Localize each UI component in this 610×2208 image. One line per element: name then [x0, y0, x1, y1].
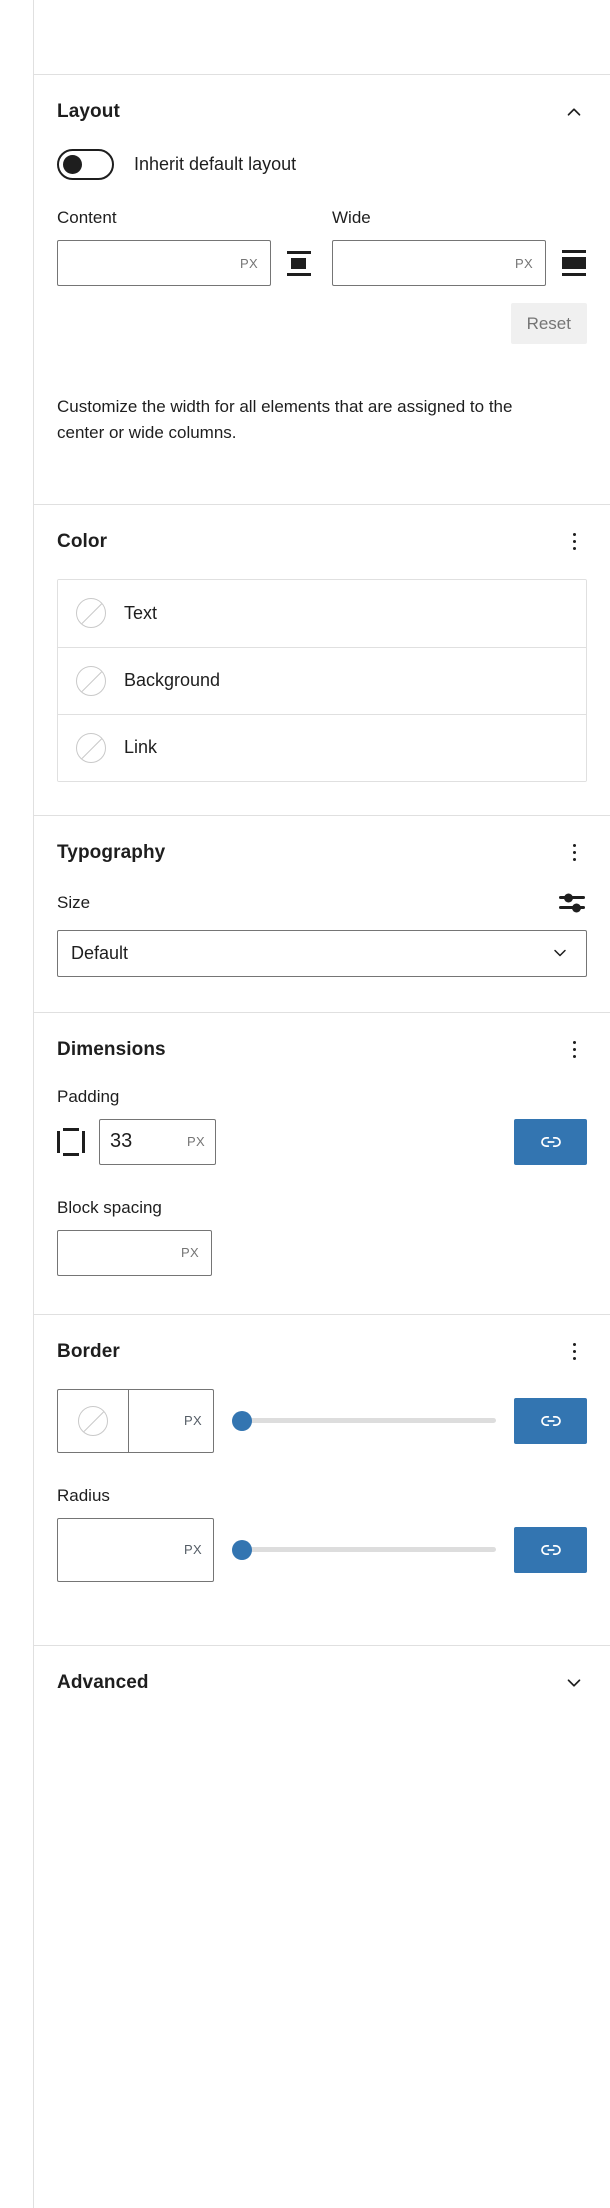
border-radius-slider[interactable] [232, 1539, 496, 1560]
panel-border-title: Border [57, 1340, 120, 1362]
more-options-icon[interactable] [561, 1335, 587, 1369]
block-settings-sidebar: Layout Inherit default layout Content PX [0, 0, 610, 2208]
inherit-default-layout-toggle[interactable] [57, 149, 114, 180]
panel-color-title: Color [57, 530, 108, 552]
color-option-label: Background [124, 670, 221, 691]
color-option-text[interactable]: Text [58, 579, 586, 647]
panel-advanced-title: Advanced [57, 1671, 149, 1693]
padding-sides-icon[interactable] [57, 1127, 85, 1156]
reset-row: Reset [57, 286, 587, 344]
border-link-sides-button[interactable] [514, 1397, 587, 1444]
panel-color: Color Text Background Link [34, 503, 610, 782]
panel-layout: Layout Inherit default layout Content PX [34, 74, 610, 487]
wide-width-input[interactable]: PX [332, 240, 546, 286]
inherit-default-layout-row[interactable]: Inherit default layout [57, 149, 587, 208]
border-width-control[interactable]: PX [57, 1388, 214, 1453]
layout-help-text: Customize the width for all elements tha… [57, 397, 513, 443]
block-spacing-input[interactable]: PX [57, 1229, 212, 1276]
border-color-swatch-button[interactable] [58, 1389, 129, 1452]
border-radius-input[interactable]: PX [57, 1517, 214, 1582]
color-option-background[interactable]: Background [58, 646, 586, 714]
padding-value: 33 [110, 1130, 133, 1153]
font-size-row: Size [57, 890, 587, 916]
width-controls: Content PX Wide PX [57, 208, 587, 286]
more-options-icon[interactable] [561, 1033, 587, 1067]
panel-advanced-header[interactable]: Advanced [57, 1646, 587, 1720]
more-options-icon[interactable] [561, 836, 587, 870]
panel-typography-header: Typography [57, 816, 587, 890]
border-radius-unit: PX [184, 1542, 202, 1558]
chevron-up-icon[interactable] [561, 99, 587, 125]
align-content-icon[interactable] [285, 248, 312, 278]
slider-thumb[interactable] [232, 1410, 252, 1431]
color-option-label: Link [124, 737, 158, 758]
padding-label: Padding [57, 1086, 120, 1106]
padding-input[interactable]: 33 PX [99, 1118, 216, 1165]
wide-width-unit: PX [515, 255, 533, 271]
color-option-link[interactable]: Link [58, 713, 586, 781]
more-options-icon[interactable] [561, 525, 587, 559]
sidebar-panel-stack: Layout Inherit default layout Content PX [33, 0, 610, 2208]
no-color-swatch-icon [76, 665, 106, 696]
no-color-swatch-icon [76, 732, 106, 763]
no-color-swatch-icon [78, 1405, 108, 1436]
font-size-value: Default [71, 942, 129, 963]
padding-link-sides-button[interactable] [514, 1118, 587, 1165]
border-radius-row: PX [57, 1517, 587, 1612]
panel-typography-title: Typography [57, 841, 166, 863]
color-options-list: Text Background Link [57, 578, 587, 782]
reset-button[interactable]: Reset [510, 303, 587, 344]
chevron-down-icon [547, 940, 573, 966]
no-color-swatch-icon [76, 598, 106, 629]
panel-dimensions-title: Dimensions [57, 1038, 166, 1060]
panel-typography: Typography Size Default [34, 814, 610, 977]
border-width-slider[interactable] [232, 1410, 496, 1431]
wide-width-control: Wide PX [332, 208, 587, 286]
padding-row: 33 PX [57, 1118, 587, 1165]
block-spacing-label: Block spacing [57, 1197, 162, 1217]
slider-track [232, 1418, 496, 1424]
border-radius-label: Radius [57, 1485, 110, 1505]
padding-unit: PX [187, 1134, 205, 1150]
border-width-input[interactable]: PX [129, 1390, 213, 1452]
slider-thumb[interactable] [232, 1539, 252, 1560]
wide-width-label: Wide [332, 208, 371, 227]
settings-sliders-icon[interactable] [559, 890, 587, 916]
content-width-unit: PX [240, 255, 258, 271]
inherit-default-layout-label: Inherit default layout [134, 154, 297, 174]
align-wide-icon[interactable] [560, 248, 587, 278]
font-size-label: Size [57, 892, 91, 912]
panel-layout-header[interactable]: Layout [57, 75, 587, 149]
panel-border-header: Border [57, 1315, 587, 1389]
content-width-label: Content [57, 208, 117, 227]
border-width-unit: PX [184, 1413, 202, 1429]
panel-dimensions-header: Dimensions [57, 1013, 587, 1087]
panel-color-header: Color [57, 505, 587, 579]
panel-dimensions: Dimensions Padding 33 PX Block spacing P… [34, 1011, 610, 1276]
chevron-down-icon[interactable] [561, 1670, 587, 1696]
block-spacing-unit: PX [181, 1245, 199, 1261]
font-size-select[interactable]: Default [57, 929, 587, 977]
content-width-input[interactable]: PX [57, 240, 271, 286]
panel-border: Border PX Radius PX [34, 1313, 610, 1612]
radius-link-corners-button[interactable] [514, 1526, 587, 1573]
content-width-control: Content PX [57, 208, 312, 286]
color-option-label: Text [124, 602, 158, 623]
panel-layout-title: Layout [57, 101, 120, 122]
slider-track [232, 1547, 496, 1553]
panel-advanced: Advanced [34, 1644, 610, 1720]
border-width-row: PX [57, 1388, 587, 1453]
